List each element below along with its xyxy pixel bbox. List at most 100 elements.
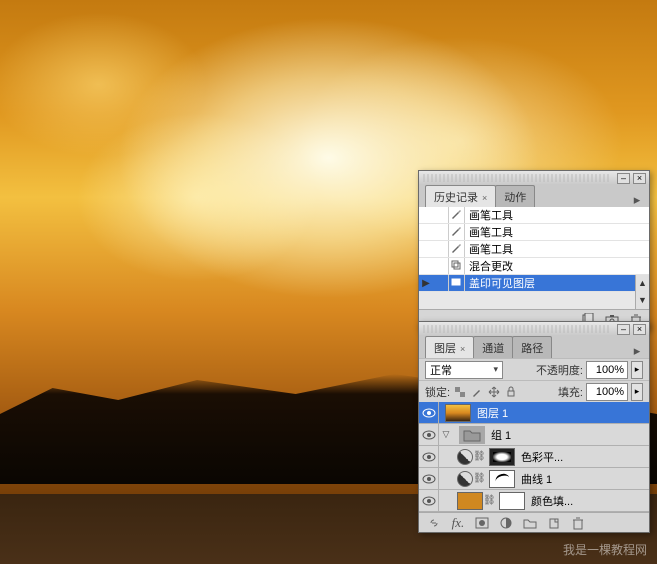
mask-thumbnail[interactable] [499, 492, 525, 510]
link-icon[interactable]: ⛓ [473, 451, 483, 462]
layers-titlebar[interactable]: – × [419, 322, 649, 336]
tab-label: 动作 [504, 192, 526, 204]
history-item[interactable]: 画笔工具 [419, 241, 649, 258]
close-button[interactable]: × [633, 173, 646, 184]
menu-icon: ▸ [634, 192, 641, 208]
history-titlebar[interactable]: – × [419, 171, 649, 185]
visibility-toggle[interactable] [419, 424, 439, 446]
history-item[interactable]: 画笔工具 [419, 207, 649, 224]
history-scroll-bottom: ▼ [419, 292, 649, 309]
layer-name[interactable]: 色彩平... [515, 449, 649, 465]
history-list: 画笔工具 画笔工具 画笔工具 混合更改 ▶ 盖印可见图层 ▲ ▼ [419, 207, 649, 309]
lock-fill-row: 锁定: 填充: 100% ▸ [419, 380, 649, 402]
layer-item[interactable]: ⛓ 颜色填... [419, 490, 649, 512]
link-icon[interactable]: ⛓ [473, 473, 483, 484]
visibility-toggle[interactable] [419, 490, 439, 512]
close-button[interactable]: × [633, 324, 646, 335]
visibility-toggle[interactable] [419, 446, 439, 468]
new-group-button[interactable] [519, 514, 541, 532]
new-layer-button[interactable] [543, 514, 565, 532]
menu-icon: ▸ [634, 343, 641, 359]
opacity-label: 不透明度: [536, 362, 583, 378]
history-item[interactable]: ▶ 盖印可见图层 ▲ [419, 275, 649, 292]
link-icon[interactable]: ⛓ [483, 495, 493, 506]
lock-transparency-button[interactable] [453, 385, 467, 399]
adjustment-icon[interactable] [457, 449, 473, 465]
minimize-button[interactable]: – [617, 324, 630, 335]
layer-name[interactable]: 组 1 [485, 427, 649, 443]
visibility-toggle[interactable] [419, 468, 439, 490]
mask-thumbnail[interactable] [489, 448, 515, 466]
blend-opacity-row: 正常 ▾ 不透明度: 100% ▸ [419, 358, 649, 380]
history-item-label: 混合更改 [465, 258, 649, 274]
layers-list: 图层 1 ▽ 组 1 ⛓ 色彩平... ⛓ 曲线 1 [419, 402, 649, 512]
layers-panel: – × 图层 × 通道 路径 ▸ 正常 ▾ 不透明度: 100% ▸ 锁定: 填充… [418, 321, 650, 533]
history-item-label: 画笔工具 [465, 241, 649, 257]
blend-icon [450, 259, 464, 273]
layer-style-button[interactable]: fx. [447, 514, 469, 532]
layer-group-item[interactable]: ▽ 组 1 [419, 424, 649, 446]
brush-icon [450, 208, 464, 222]
layer-thumbnail[interactable] [445, 404, 471, 422]
mask-thumbnail[interactable] [489, 470, 515, 488]
blend-mode-select[interactable]: 正常 ▾ [425, 361, 503, 379]
new-adjustment-button[interactable] [495, 514, 517, 532]
lock-pixels-button[interactable] [470, 385, 484, 399]
fill-thumbnail[interactable] [457, 492, 483, 510]
layer-name[interactable]: 曲线 1 [515, 471, 649, 487]
tab-actions[interactable]: 动作 [495, 185, 535, 207]
scroll-down-button[interactable]: ▼ [635, 292, 649, 309]
tab-history[interactable]: 历史记录 × [425, 185, 496, 207]
grip-icon [423, 174, 610, 182]
tab-close-icon[interactable]: × [482, 193, 487, 203]
tab-label: 通道 [482, 343, 504, 355]
opacity-flyout-button[interactable]: ▸ [631, 361, 643, 379]
minimize-button[interactable]: – [617, 173, 630, 184]
link-layers-button[interactable] [423, 514, 445, 532]
tab-layers[interactable]: 图层 × [425, 336, 474, 358]
history-current-marker: ▶ [419, 278, 433, 289]
panel-menu-button[interactable]: ▸ [629, 344, 645, 358]
history-panel: – × 历史记录 × 动作 ▸ 画笔工具 画笔工具 画笔工具 混合更改 ▶ 盖印可… [418, 170, 650, 330]
history-item-label: 画笔工具 [465, 207, 649, 223]
lock-label: 锁定: [425, 384, 450, 400]
history-item-label: 画笔工具 [465, 224, 649, 240]
scroll-up-button[interactable]: ▲ [635, 275, 649, 292]
tab-label: 路径 [521, 343, 543, 355]
fill-input[interactable]: 100% [586, 383, 628, 401]
stamp-icon [450, 276, 464, 290]
layer-item[interactable]: ⛓ 色彩平... [419, 446, 649, 468]
tab-channels[interactable]: 通道 [473, 336, 513, 358]
add-mask-button[interactable] [471, 514, 493, 532]
chevron-down-icon: ▾ [493, 364, 498, 375]
layer-item[interactable]: ⛓ 曲线 1 [419, 468, 649, 490]
adjustment-icon[interactable] [457, 471, 473, 487]
tab-paths[interactable]: 路径 [512, 336, 552, 358]
history-tabs: 历史记录 × 动作 ▸ [419, 185, 649, 207]
visibility-toggle[interactable] [419, 402, 439, 424]
panel-menu-button[interactable]: ▸ [629, 193, 645, 207]
grip-icon [423, 325, 610, 333]
history-item[interactable]: 混合更改 [419, 258, 649, 275]
layers-tabs: 图层 × 通道 路径 ▸ [419, 336, 649, 358]
layer-name[interactable]: 颜色填... [525, 493, 649, 509]
layer-item[interactable]: 图层 1 [419, 402, 649, 424]
tab-close-icon[interactable]: × [460, 344, 465, 354]
layers-footer: fx. [419, 512, 649, 532]
layer-name[interactable]: 图层 1 [471, 405, 649, 421]
opacity-input[interactable]: 100% [586, 361, 628, 379]
fill-flyout-button[interactable]: ▸ [631, 383, 643, 401]
blend-mode-value: 正常 [430, 362, 452, 378]
group-toggle[interactable]: ▽ [439, 429, 453, 440]
brush-icon [450, 242, 464, 256]
opacity-value: 100% [596, 364, 624, 376]
delete-layer-button[interactable] [567, 514, 589, 532]
tab-label: 图层 [434, 343, 456, 355]
fill-value: 100% [596, 386, 624, 398]
history-item-label: 盖印可见图层 [465, 275, 635, 291]
tab-label: 历史记录 [434, 192, 478, 204]
brush-icon [450, 225, 464, 239]
history-item[interactable]: 画笔工具 [419, 224, 649, 241]
lock-position-button[interactable] [487, 385, 501, 399]
lock-all-button[interactable] [504, 385, 518, 399]
